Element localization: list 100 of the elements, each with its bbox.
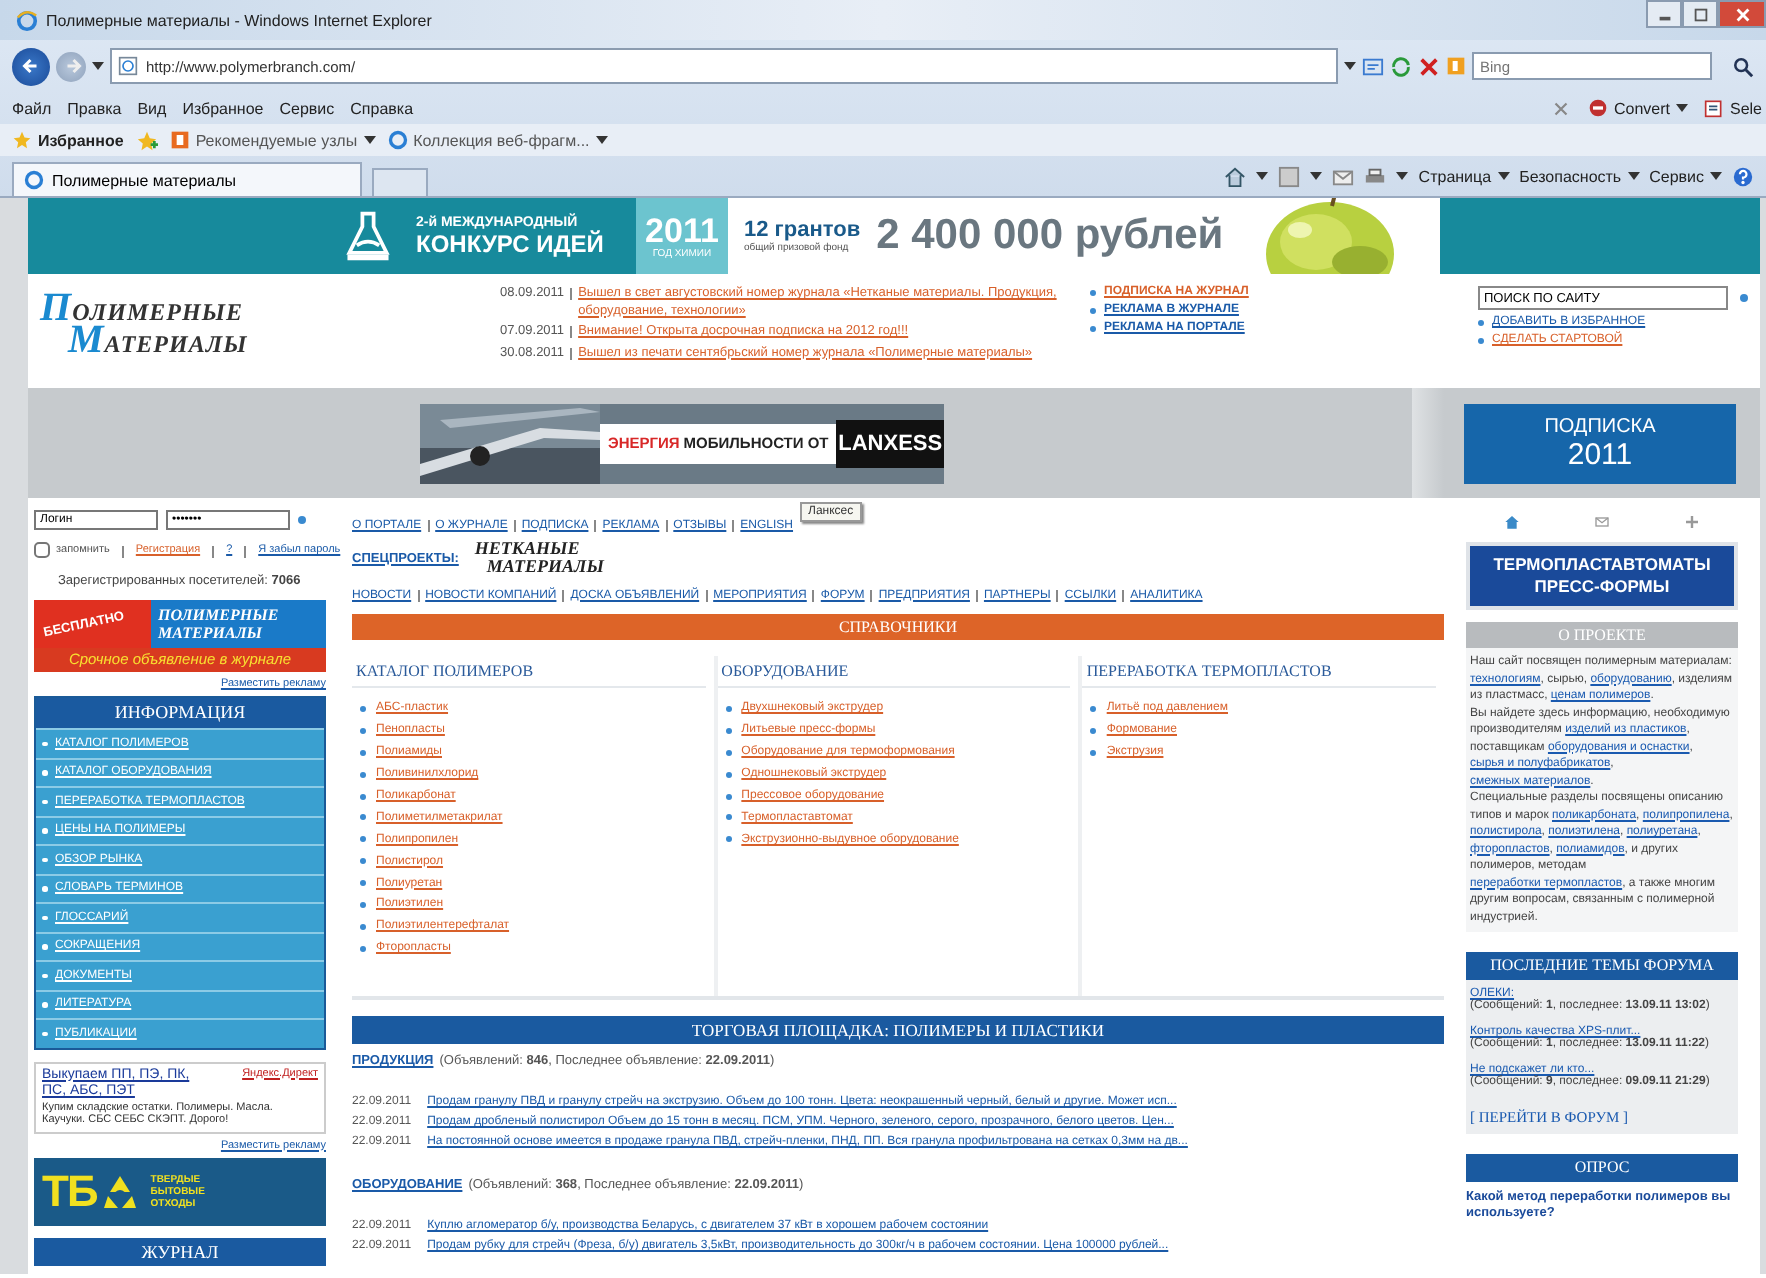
bullet-icon — [725, 749, 732, 756]
help-icon[interactable] — [1732, 165, 1754, 187]
flask-logo-icon — [340, 208, 396, 264]
menu-item[interactable]: Вид — [137, 99, 167, 117]
minimize-button[interactable] — [1646, 0, 1682, 28]
grants-text: 12 грантов — [744, 218, 861, 242]
bullet-icon — [360, 836, 366, 843]
bullet-icon — [725, 727, 732, 734]
maximize-button[interactable] — [1682, 0, 1718, 28]
page-icon — [118, 56, 138, 76]
prize-amount: 2 400 000 рублей — [876, 212, 1224, 260]
convert-button[interactable]: Convert — [1587, 98, 1688, 118]
section-heading: ПОСЛЕДНИЕ ТЕМЫ ФОРУМА — [1466, 952, 1738, 980]
dot-icon[interactable] — [298, 516, 306, 524]
close-button[interactable] — [1718, 0, 1766, 28]
favorites-button[interactable]: Избранное — [12, 130, 124, 150]
menu-item[interactable]: Справка — [350, 99, 414, 117]
dot-icon[interactable] — [1740, 294, 1748, 302]
banner-text: ПРЕСС-ФОРМЫ — [1534, 576, 1670, 598]
caret-icon[interactable] — [1396, 172, 1409, 180]
close-icon — [1733, 5, 1751, 23]
plus-icon[interactable] — [1684, 514, 1701, 530]
stop-icon[interactable] — [1418, 55, 1440, 77]
command-button[interactable]: Безопасность — [1519, 167, 1640, 185]
bullet-icon — [360, 923, 366, 930]
bullet-icon — [1090, 325, 1096, 331]
search-icon[interactable] — [1732, 55, 1754, 77]
bullet-icon — [1090, 705, 1097, 712]
logo-text[interactable]: ПОЛИМЕРНЫЕ — [40, 294, 360, 326]
envelope-icon[interactable] — [1593, 514, 1610, 530]
close-icon[interactable] — [1549, 97, 1572, 119]
remember-checkbox[interactable] — [34, 542, 50, 558]
bullet-icon — [725, 705, 732, 712]
bullet-icon — [360, 771, 366, 778]
caret-icon — [363, 136, 376, 144]
star-icon — [12, 130, 32, 150]
bullet-icon — [360, 793, 366, 799]
menu-item[interactable]: Сервис — [279, 99, 335, 117]
browser-tab[interactable]: Полимерные материалы — [12, 162, 362, 196]
bullet-icon — [1478, 319, 1484, 325]
bullet-icon — [360, 880, 366, 887]
select-button[interactable]: Sele — [1703, 98, 1762, 118]
caret-icon — [1627, 172, 1640, 180]
bullet-icon — [360, 901, 366, 908]
home-icon[interactable] — [1224, 165, 1247, 187]
caret-icon[interactable] — [1310, 172, 1323, 180]
bullet-icon — [360, 814, 366, 821]
section-heading: ОПРОС — [1466, 1154, 1738, 1182]
caret-icon[interactable] — [92, 62, 104, 70]
banner-text: ТЕРМОПЛАСТАВТОМАТЫ — [1493, 554, 1711, 576]
bullet-icon — [1090, 749, 1097, 756]
section-heading: ТОРГОВАЯ ПЛОЩАДКА: ПОЛИМЕРЫ И ПЛАСТИКИ — [352, 1016, 1444, 1044]
browser-logo-icon — [16, 9, 38, 31]
bullet-icon — [360, 749, 366, 756]
bullet-icon — [725, 793, 732, 799]
menu-item[interactable]: Правка — [67, 99, 122, 117]
minus-circle-icon — [1587, 98, 1608, 118]
bullet-icon — [1090, 307, 1096, 313]
command-button[interactable]: Страница — [1418, 167, 1510, 185]
mail-icon[interactable] — [1332, 165, 1355, 187]
bullet-icon — [360, 705, 366, 712]
home-icon[interactable] — [1503, 514, 1520, 530]
print-icon[interactable] — [1364, 165, 1387, 187]
ad-logo-text: ПОЛИМЕРНЫЕ — [158, 606, 279, 624]
bullet-icon — [1090, 289, 1096, 295]
bullet-icon — [725, 814, 732, 821]
ring-logo-icon — [387, 130, 408, 150]
caret-icon[interactable] — [1256, 172, 1269, 180]
bullet-icon — [1090, 727, 1097, 734]
caret-icon — [1675, 104, 1688, 112]
column-heading: ПЕРЕРАБОТКА ТЕРМОПЛАСТОВ — [1082, 656, 1437, 688]
command-button[interactable]: Сервис — [1649, 167, 1722, 185]
journal-logo[interactable]: НЕТКАНЫЕ МАТЕРИАЛЫ — [474, 540, 604, 576]
favorites-bar-item[interactable]: Коллекция веб-фрагм... — [387, 130, 608, 150]
back-button[interactable] — [12, 47, 50, 85]
bullet-icon — [360, 945, 366, 952]
column-heading: ОБОРУДОВАНИЕ — [717, 656, 1071, 688]
maximize-icon — [1691, 5, 1709, 23]
bullet-icon — [725, 836, 732, 843]
caret-icon[interactable] — [1344, 62, 1356, 70]
banner-title: КОНКУРС ИДЕЙ — [416, 229, 606, 257]
menu-item[interactable]: Файл — [12, 99, 52, 117]
section-heading: О ПРОЕКТЕ — [1466, 622, 1738, 648]
section-heading: ЖУРНАЛ — [34, 1237, 326, 1265]
refresh-icon[interactable] — [1390, 55, 1412, 77]
column-heading: КАТАЛОГ ПОЛИМЕРОВ — [352, 656, 706, 688]
favorites-bar-item[interactable]: Рекомендуемые узлы — [169, 130, 376, 150]
bullet-icon — [1478, 337, 1484, 343]
menu-item[interactable]: Избранное — [182, 99, 264, 117]
chevron-drawing — [1412, 388, 1444, 498]
caret-icon — [1710, 172, 1722, 180]
logo-text[interactable]: МАТЕРИАЛЫ — [40, 326, 360, 358]
arrow-left-icon — [19, 54, 43, 78]
promo-banner[interactable]: ТЕРМОПЛАСТАВТОМАТЫ ПРЕСС-ФОРМЫ — [1466, 542, 1738, 610]
caret-icon — [595, 136, 608, 144]
banner-logo-text: ТБ — [42, 1169, 97, 1213]
subscribe-banner[interactable]: ПОДПИСКА 2011 — [1464, 403, 1736, 483]
menu-heading: ИНФОРМАЦИЯ — [36, 698, 324, 728]
add-favorite-icon[interactable] — [135, 129, 158, 151]
feeds-icon[interactable] — [1278, 165, 1301, 187]
